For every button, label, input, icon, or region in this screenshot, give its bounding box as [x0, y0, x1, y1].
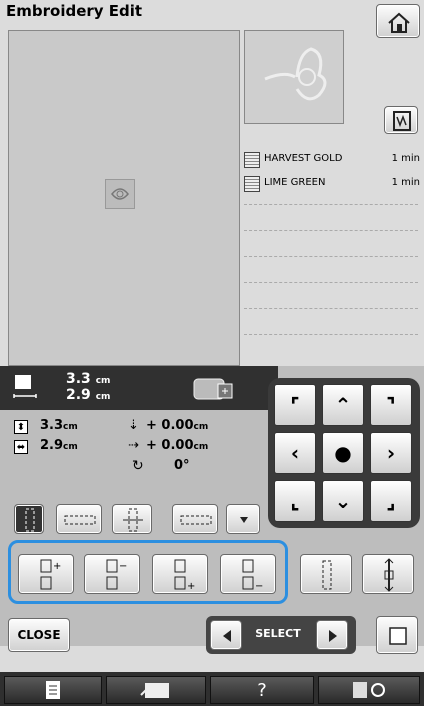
move-down-left-button[interactable]: ⌞ [274, 480, 316, 522]
help-button[interactable]: ? [210, 676, 314, 704]
design-height: 2.9 [66, 387, 91, 403]
svg-text:−: − [119, 561, 127, 572]
spool-icon [244, 152, 260, 168]
row-layout-button[interactable] [172, 504, 218, 534]
triangle-left-icon [223, 630, 231, 642]
height-icon: ⬍ [14, 420, 28, 434]
row-layout-icon [180, 515, 212, 525]
vertical-offset-icon: ⇣ [128, 418, 139, 433]
unit-label: cm [95, 376, 111, 386]
move-left-button[interactable]: ‹ [274, 432, 316, 474]
unit-label: cm [95, 392, 111, 402]
width-value: 2.9 [40, 438, 64, 453]
horizontal-offset-icon: ⇢ [128, 438, 139, 453]
embroidery-canvas[interactable] [8, 30, 240, 366]
select-all-button[interactable] [376, 616, 418, 654]
design-width: 3.3 [66, 371, 91, 387]
vertical-spacing-button[interactable] [362, 554, 414, 594]
design-preview[interactable] [105, 179, 135, 209]
embroidery-settings-button[interactable] [106, 676, 206, 704]
arrow-down-icon [240, 517, 248, 523]
thread-name: HARVEST GOLD [264, 153, 343, 164]
home-button[interactable] [376, 4, 420, 38]
divider [244, 204, 418, 205]
width-icon: ⬌ [14, 440, 28, 454]
character-order-button[interactable] [300, 554, 352, 594]
spool-icon [244, 176, 260, 192]
divider [244, 334, 418, 335]
center-button[interactable]: ● [322, 432, 364, 474]
select-label: SELECT [255, 627, 301, 640]
move-down-right-button[interactable]: ⌟ [370, 480, 412, 522]
vertical-align-button[interactable] [14, 504, 44, 534]
divider [244, 282, 418, 283]
thread-time: 1 min [391, 177, 420, 188]
unit-label: cm [63, 442, 78, 452]
page-title: Embroidery Edit [6, 2, 143, 20]
move-down-button[interactable]: ⌄ [322, 480, 364, 522]
decrease-bottom-spacing-button[interactable]: − [220, 554, 276, 594]
stack-layout-icon [123, 508, 143, 532]
move-right-button[interactable]: › [370, 432, 412, 474]
rotate-icon: ↻ [132, 458, 144, 474]
svg-text:+: + [53, 561, 61, 572]
increase-bottom-spacing-button[interactable]: + [152, 554, 208, 594]
direction-pad: ⌜ ⌃ ⌝ ‹ ● › ⌞ ⌄ ⌟ [268, 378, 420, 528]
thread-row: HARVEST GOLD 1 min [244, 150, 420, 168]
pattern-thumbnail [244, 30, 344, 124]
home-icon [388, 12, 410, 33]
unit-label: cm [63, 422, 78, 432]
thread-display-button[interactable] [384, 106, 418, 134]
select-prev-button[interactable] [210, 620, 242, 650]
hoop-icon [193, 378, 233, 400]
divider [244, 308, 418, 309]
spacing-plus-icon: + [40, 559, 61, 590]
thread-name: LIME GREEN [264, 177, 326, 188]
character-order-icon [322, 560, 332, 590]
increase-top-spacing-button[interactable]: + [18, 554, 74, 594]
close-button[interactable]: CLOSE [8, 618, 70, 652]
unit-label: cm [193, 442, 209, 452]
rotation-value: 0° [174, 458, 190, 473]
triangle-right-icon [329, 630, 337, 642]
stack-layout-button[interactable] [112, 504, 152, 534]
divider [244, 256, 418, 257]
svg-text:−: − [255, 581, 263, 592]
settings-icon [353, 682, 385, 698]
vertical-spacing-icon [384, 558, 394, 592]
unit-label: cm [193, 422, 209, 432]
document-icon [46, 681, 60, 699]
horizontal-layout-button[interactable] [56, 504, 102, 534]
spacing-plus-icon: + [174, 559, 195, 592]
page-button[interactable] [4, 676, 102, 704]
size-icon [13, 375, 37, 398]
horizontal-layout-icon [64, 515, 96, 525]
horizontal-offset: + 0.00 [146, 438, 194, 453]
divider [244, 230, 418, 231]
thread-icon [393, 111, 411, 131]
square-icon [389, 627, 407, 645]
thread-row: LIME GREEN 1 min [244, 174, 420, 192]
move-up-button[interactable]: ⌃ [322, 384, 364, 426]
spacing-minus-icon: − [106, 559, 127, 590]
move-up-right-button[interactable]: ⌝ [370, 384, 412, 426]
select-next-button[interactable] [316, 620, 348, 650]
hoop-frame-icon [140, 683, 169, 698]
height-value: 3.3 [40, 418, 64, 433]
move-up-left-button[interactable]: ⌜ [274, 384, 316, 426]
decrease-top-spacing-button[interactable]: − [84, 554, 140, 594]
spacing-minus-icon: − [242, 559, 263, 592]
thread-time: 1 min [391, 153, 420, 164]
down-arrow-button[interactable] [226, 504, 260, 534]
size-bar: 3.3 cm 2.9 cm [0, 366, 278, 410]
vertical-layout-icon [25, 508, 35, 532]
svg-text:+: + [187, 581, 195, 592]
machine-settings-button[interactable] [318, 676, 420, 704]
vertical-offset: + 0.00 [146, 418, 194, 433]
